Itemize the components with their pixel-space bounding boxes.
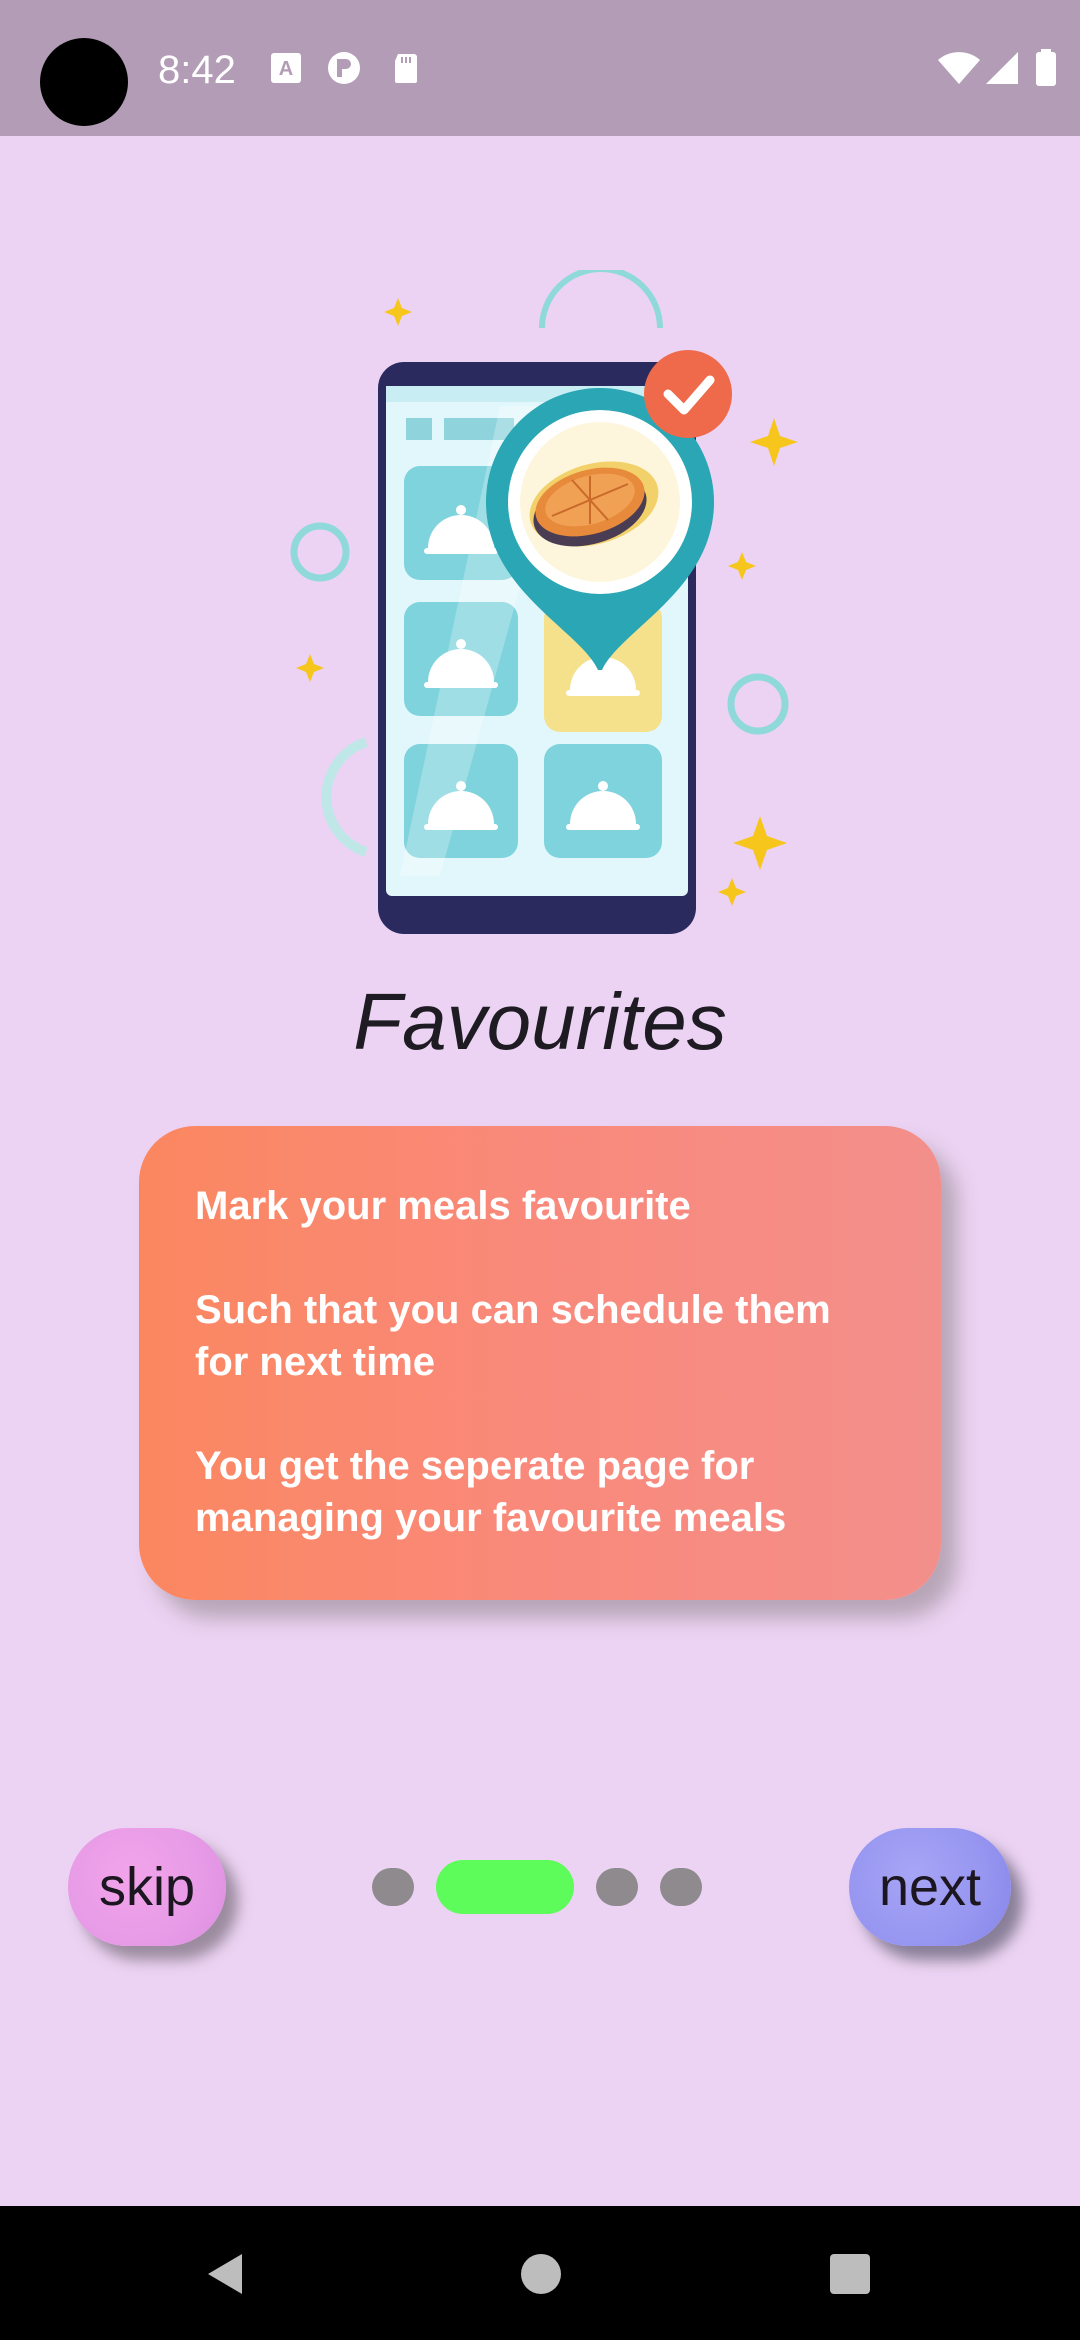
cell-signal-icon [986, 52, 1018, 84]
battery-icon [1036, 49, 1056, 86]
page-dot-2-active[interactable] [436, 1860, 574, 1914]
a-keyboard-icon: A [271, 53, 301, 83]
phone-favourite-meal-illustration [290, 270, 798, 934]
page-dot-4[interactable] [660, 1868, 702, 1906]
svg-text:A: A [279, 58, 293, 80]
skip-button[interactable]: skip [68, 1828, 226, 1946]
card-line-1: Mark your meals favourite [195, 1184, 691, 1228]
recents-square-icon[interactable] [828, 2250, 872, 2298]
info-card: Mark your meals favourite Such that you … [139, 1126, 941, 1600]
system-nav-bar [0, 2206, 1080, 2340]
page-title: Favourites [353, 977, 727, 1066]
home-circle-icon[interactable] [520, 2250, 562, 2298]
card-line-4: You get the seperate page for [195, 1444, 755, 1488]
card-line-3: for next time [195, 1340, 436, 1384]
status-time: 8:42 [158, 48, 236, 92]
wifi-icon [938, 52, 980, 84]
page-indicator [372, 1858, 702, 1916]
page-dot-3[interactable] [596, 1868, 638, 1906]
status-bar: 8:42 A [0, 0, 1080, 136]
card-line-5: managing your favourite meals [195, 1496, 787, 1540]
next-button[interactable]: next [849, 1828, 1011, 1946]
sd-card-icon [395, 54, 417, 83]
card-line-2: Such that you can schedule them [195, 1288, 831, 1332]
back-triangle-icon[interactable] [202, 2250, 250, 2298]
page-dot-1[interactable] [372, 1868, 414, 1906]
p-badge-icon [328, 52, 360, 84]
camera-cutout [40, 38, 128, 126]
